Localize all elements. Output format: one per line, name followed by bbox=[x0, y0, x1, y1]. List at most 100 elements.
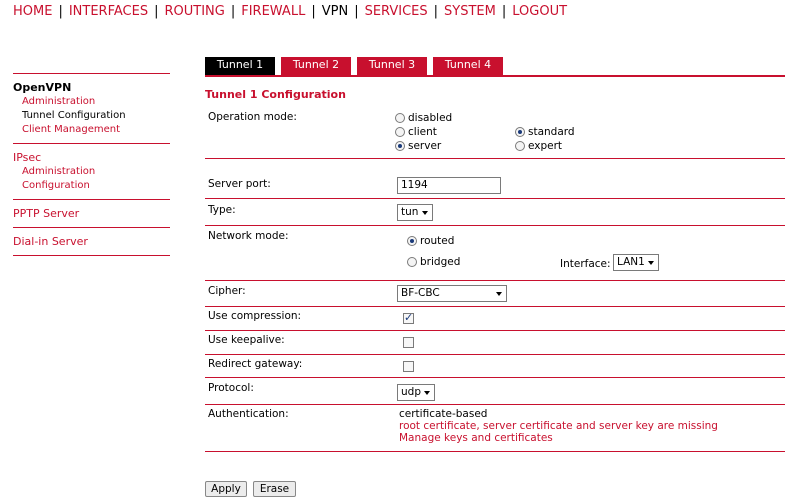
sidebar-group-dialin: Dial-in Server bbox=[13, 227, 170, 256]
sidebar-item-dialin-server[interactable]: Dial-in Server bbox=[13, 235, 170, 249]
redirect-gateway-checkbox[interactable] bbox=[403, 361, 414, 372]
radio-bridged[interactable] bbox=[407, 257, 417, 267]
type-row: Type: tun bbox=[205, 199, 785, 226]
nav-separator: | bbox=[230, 4, 236, 19]
network-mode-bridged[interactable]: bridged bbox=[407, 256, 460, 268]
sidebar-item-client-management[interactable]: Client Management bbox=[13, 123, 170, 137]
tunnel-tabs: Tunnel 1 Tunnel 2 Tunnel 3 Tunnel 4 bbox=[205, 57, 785, 77]
operation-mode-label: Operation mode: bbox=[208, 111, 297, 123]
erase-button[interactable]: Erase bbox=[253, 481, 296, 497]
sidebar-group-openvpn: OpenVPN Administration Tunnel Configurat… bbox=[13, 73, 170, 143]
radio-server[interactable] bbox=[395, 141, 405, 151]
nav-firewall[interactable]: FIREWALL bbox=[241, 4, 305, 19]
radio-disabled[interactable] bbox=[395, 113, 405, 123]
manage-keys-link[interactable]: Manage keys and certificates bbox=[399, 432, 718, 444]
top-navigation: HOME | INTERFACES | ROUTING | FIREWALL | VPN | SER… bbox=[13, 4, 567, 19]
apply-button[interactable]: Apply bbox=[205, 481, 247, 497]
cipher-label: Cipher: bbox=[208, 285, 246, 297]
operation-mode-disabled[interactable]: disabled bbox=[395, 112, 452, 124]
sidebar-item-tunnel-configuration[interactable]: Tunnel Configuration bbox=[13, 109, 170, 123]
server-mode-expert[interactable]: expert bbox=[515, 140, 562, 152]
type-select[interactable]: tun bbox=[397, 204, 433, 221]
type-label: Type: bbox=[208, 204, 236, 216]
nav-home[interactable]: HOME bbox=[13, 4, 52, 19]
interface-label: Interface: bbox=[560, 258, 611, 270]
cipher-row: Cipher: BF-CBC bbox=[205, 281, 785, 307]
radio-expert-label: expert bbox=[528, 140, 563, 152]
authentication-warning: root certificate, server certificate and… bbox=[399, 420, 718, 432]
server-port-input[interactable]: 1194 bbox=[397, 177, 501, 194]
sidebar-item-ipsec-configuration[interactable]: Configuration bbox=[13, 179, 170, 193]
sidebar-group-pptp: PPTP Server bbox=[13, 199, 170, 227]
operation-mode-row: Operation mode: disabled client server s… bbox=[205, 106, 785, 159]
nav-separator: | bbox=[311, 4, 316, 19]
use-keepalive-row: Use keepalive: bbox=[205, 331, 785, 355]
sidebar-heading-ipsec[interactable]: IPsec bbox=[13, 151, 170, 165]
use-keepalive-checkbox[interactable] bbox=[403, 337, 414, 348]
sidebar-heading-openvpn: OpenVPN bbox=[13, 81, 72, 94]
sidebar-item-pptp-server[interactable]: PPTP Server bbox=[13, 207, 170, 221]
nav-vpn[interactable]: VPN bbox=[322, 4, 348, 19]
chevron-down-icon bbox=[648, 261, 654, 265]
authentication-value: certificate-based bbox=[399, 408, 488, 420]
sidebar: OpenVPN Administration Tunnel Configurat… bbox=[13, 73, 170, 256]
use-compression-checkbox[interactable] bbox=[403, 311, 414, 324]
protocol-select-value: udp bbox=[401, 386, 421, 398]
sidebar-item-ipsec-administration[interactable]: Administration bbox=[13, 165, 170, 179]
nav-separator: | bbox=[154, 4, 159, 19]
radio-routed[interactable] bbox=[407, 236, 417, 246]
nav-separator: | bbox=[433, 4, 439, 19]
authentication-row: Authentication: certificate-based root c… bbox=[205, 405, 785, 452]
radio-client-label: client bbox=[408, 126, 437, 138]
network-mode-routed[interactable]: routed bbox=[407, 235, 454, 247]
authentication-info: certificate-based root certificate, serv… bbox=[399, 408, 718, 444]
radio-disabled-label: disabled bbox=[408, 112, 453, 124]
tab-tunnel-3[interactable]: Tunnel 3 bbox=[357, 57, 427, 75]
type-select-value: tun bbox=[401, 206, 419, 218]
protocol-select[interactable]: udp bbox=[397, 384, 435, 401]
radio-standard-label: standard bbox=[528, 126, 575, 138]
nav-separator: | bbox=[58, 4, 63, 19]
cipher-select[interactable]: BF-CBC bbox=[397, 285, 507, 302]
use-compression-row: Use compression: bbox=[205, 307, 785, 331]
protocol-label: Protocol: bbox=[208, 382, 254, 394]
radio-standard[interactable] bbox=[515, 127, 525, 137]
radio-server-label: server bbox=[408, 140, 442, 152]
authentication-label: Authentication: bbox=[208, 408, 289, 420]
radio-client[interactable] bbox=[395, 127, 405, 137]
interface-select[interactable]: LAN1 bbox=[613, 254, 659, 271]
page-title: Tunnel 1 Configuration bbox=[205, 88, 346, 101]
sidebar-item-openvpn-administration[interactable]: Administration bbox=[13, 95, 170, 109]
server-port-label: Server port: bbox=[208, 178, 271, 190]
operation-mode-server[interactable]: server bbox=[395, 140, 441, 152]
chevron-down-icon bbox=[422, 211, 428, 215]
network-mode-label: Network mode: bbox=[208, 230, 289, 242]
radio-bridged-label: bridged bbox=[420, 256, 461, 268]
tab-tunnel-2[interactable]: Tunnel 2 bbox=[281, 57, 351, 75]
radio-expert[interactable] bbox=[515, 141, 525, 151]
nav-routing[interactable]: ROUTING bbox=[164, 4, 224, 19]
use-compression-label: Use compression: bbox=[208, 310, 302, 322]
tab-tunnel-4[interactable]: Tunnel 4 bbox=[433, 57, 503, 75]
nav-logout[interactable]: LOGOUT bbox=[512, 4, 567, 19]
nav-services[interactable]: SERVICES bbox=[365, 4, 428, 19]
network-mode-row: Network mode: routed bridged Interface: … bbox=[205, 226, 785, 281]
interface-select-value: LAN1 bbox=[617, 256, 645, 268]
nav-system[interactable]: SYSTEM bbox=[444, 4, 496, 19]
cipher-select-value: BF-CBC bbox=[401, 287, 440, 299]
redirect-gateway-row: Redirect gateway: bbox=[205, 355, 785, 378]
server-port-row: Server port: 1194 bbox=[205, 171, 785, 199]
chevron-down-icon bbox=[496, 292, 502, 296]
radio-routed-label: routed bbox=[420, 235, 455, 247]
tab-tunnel-1[interactable]: Tunnel 1 bbox=[205, 57, 275, 75]
redirect-gateway-label: Redirect gateway: bbox=[208, 358, 303, 370]
sidebar-group-ipsec: IPsec Administration Configuration bbox=[13, 143, 170, 199]
use-keepalive-label: Use keepalive: bbox=[208, 334, 285, 346]
operation-mode-client[interactable]: client bbox=[395, 126, 437, 138]
protocol-row: Protocol: udp bbox=[205, 378, 785, 405]
nav-interfaces[interactable]: INTERFACES bbox=[69, 4, 148, 19]
chevron-down-icon bbox=[424, 391, 430, 395]
nav-separator: | bbox=[354, 4, 359, 19]
nav-separator: | bbox=[501, 4, 507, 19]
server-mode-standard[interactable]: standard bbox=[515, 126, 575, 138]
